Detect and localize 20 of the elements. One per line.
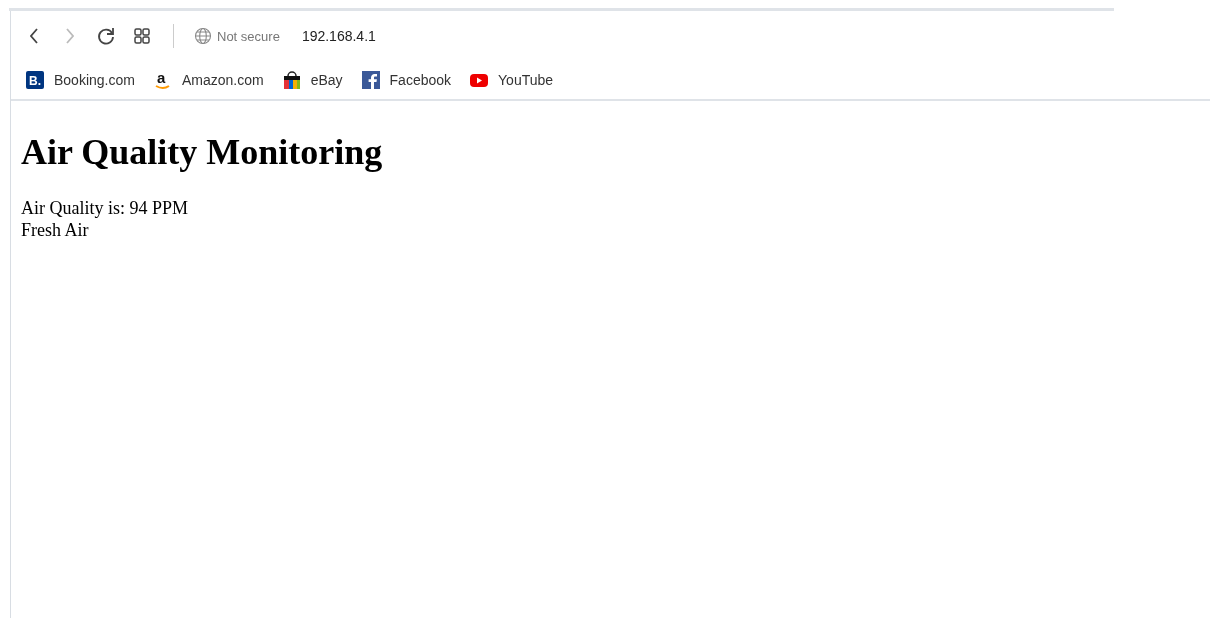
bookmark-link[interactable]: a Amazon.com bbox=[152, 70, 264, 90]
bookmark-link[interactable]: B. Booking.com bbox=[25, 70, 135, 90]
bookmark-link[interactable]: YouTube bbox=[469, 70, 554, 90]
globe-icon[interactable] bbox=[194, 27, 212, 45]
reload-button[interactable] bbox=[95, 25, 117, 47]
bookmark-link[interactable]: eBay bbox=[281, 70, 343, 90]
reload-icon bbox=[95, 25, 117, 47]
shopping-bag-icon bbox=[281, 70, 302, 90]
apps-button[interactable] bbox=[131, 25, 153, 47]
page-heading: Air Quality Monitoring bbox=[21, 131, 384, 173]
back-icon bbox=[30, 28, 38, 44]
status-text: Air Quality is: 94 PPM bbox=[21, 197, 190, 219]
address-field[interactable]: 192.168.4.1 bbox=[301, 28, 376, 44]
security-label: Not secure bbox=[217, 28, 280, 44]
booking-logo-icon: B. bbox=[25, 70, 45, 90]
apps-icon bbox=[131, 25, 153, 47]
forward-icon bbox=[66, 28, 74, 44]
status-text: Fresh Air bbox=[21, 219, 90, 241]
bookmark-link[interactable]: Facebook bbox=[360, 70, 452, 90]
facebook-logo-icon bbox=[360, 70, 381, 90]
